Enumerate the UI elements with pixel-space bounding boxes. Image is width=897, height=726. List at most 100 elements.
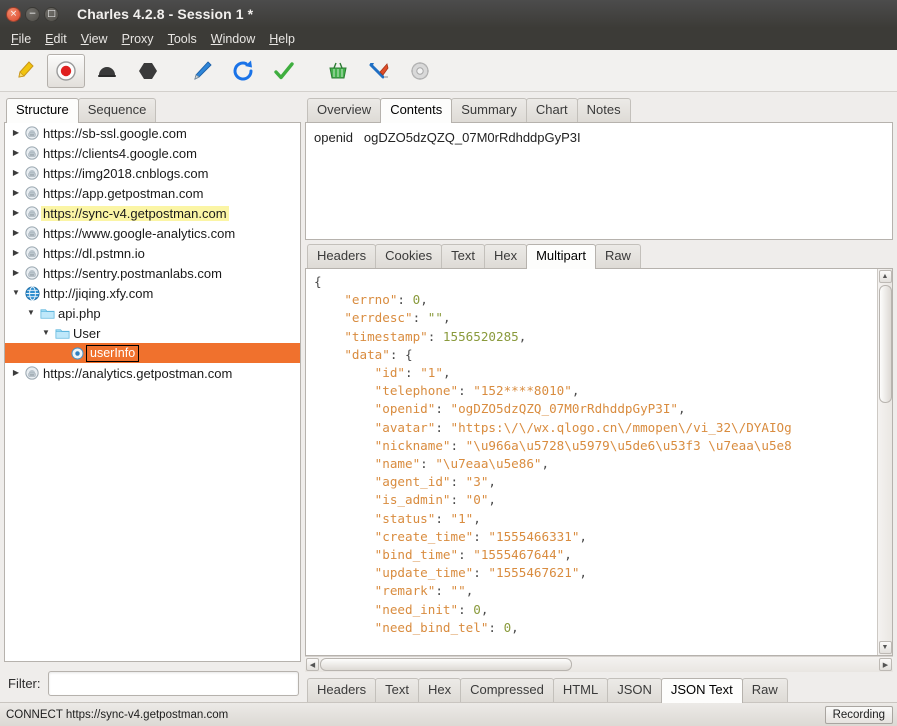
resp-tab-text[interactable]: Text: [375, 678, 419, 702]
tree-row[interactable]: ▶ https://dl.pstmn.io: [5, 243, 300, 263]
tree-row[interactable]: ▶ https://sb-ssl.google.com: [5, 123, 300, 143]
chevron-down-icon[interactable]: ▼: [9, 283, 23, 303]
tree-row[interactable]: ▶ https://clients4.google.com: [5, 143, 300, 163]
record-button[interactable]: [47, 53, 85, 88]
resp-tab-raw[interactable]: Raw: [741, 678, 788, 702]
tree-row[interactable]: ▼ http://jiqing.xfy.com: [5, 283, 300, 303]
menu-file[interactable]: File: [4, 29, 38, 49]
chevron-right-icon[interactable]: ▶: [9, 143, 23, 163]
scroll-down-icon[interactable]: ▼: [878, 641, 892, 654]
json-punctuation: [314, 438, 375, 453]
tree-row[interactable]: ▼ api.php: [5, 303, 300, 323]
chevron-right-icon[interactable]: ▶: [9, 243, 23, 263]
resp-tab-json-text[interactable]: JSON Text: [660, 678, 743, 703]
maximize-window-button[interactable]: □: [44, 6, 59, 22]
tree-row[interactable]: ▶ https://analytics.getpostman.com: [5, 363, 300, 383]
hscroll-track[interactable]: [319, 658, 879, 671]
json-key: "3": [465, 474, 489, 490]
clear-session-button[interactable]: [6, 54, 44, 88]
chevron-right-icon[interactable]: ▶: [9, 163, 23, 183]
settings-tools-icon: [369, 62, 389, 78]
close-window-button[interactable]: ×: [6, 6, 21, 22]
chevron-right-icon[interactable]: ▶: [9, 203, 23, 223]
menu-tools[interactable]: Tools: [161, 29, 204, 49]
minimize-window-button[interactable]: −: [25, 6, 40, 22]
menu-window[interactable]: Window: [204, 29, 262, 49]
json-text-view[interactable]: { "errno": 0, "errdesc": "", "timestamp"…: [306, 269, 877, 655]
menu-proxy[interactable]: Proxy: [115, 29, 161, 49]
json-key: "0": [465, 492, 489, 508]
left-panel: Structure Sequence ▶ https://sb-ssl.googl…: [4, 96, 301, 702]
req-tab-cookies[interactable]: Cookies: [375, 244, 443, 268]
tab-structure[interactable]: Structure: [6, 98, 79, 123]
preferences-button[interactable]: [401, 54, 439, 88]
req-tab-multipart[interactable]: Multipart: [526, 244, 596, 269]
json-punctuation: ,: [571, 383, 580, 399]
json-punctuation: :: [450, 474, 466, 490]
tab-chart[interactable]: Chart: [525, 98, 578, 122]
menu-file-mnemonic: F: [11, 32, 19, 46]
menu-edit[interactable]: Edit: [38, 29, 74, 49]
breakpoints-button[interactable]: [129, 54, 167, 88]
session-tree[interactable]: ▶ https://sb-ssl.google.com ▶ https://clien…: [4, 122, 301, 662]
recording-status-badge[interactable]: Recording: [824, 705, 893, 724]
req-tab-hex[interactable]: Hex: [483, 244, 528, 268]
response-horizontal-scrollbar[interactable]: ◀ ▶: [305, 656, 893, 672]
settings-tools-button[interactable]: [360, 54, 398, 88]
tree-row[interactable]: ▶ https://sentry.postmanlabs.com: [5, 263, 300, 283]
tree-row[interactable]: ▶ https://app.getpostman.com: [5, 183, 300, 203]
tree-row[interactable]: userInfo: [5, 343, 300, 363]
hscroll-thumb[interactable]: [320, 658, 572, 671]
tree-row[interactable]: ▶ https://sync-v4.getpostman.com: [5, 203, 300, 223]
req-tab-raw[interactable]: Raw: [594, 244, 641, 268]
scroll-left-icon[interactable]: ◀: [306, 658, 319, 671]
tab-summary[interactable]: Summary: [451, 98, 527, 122]
chevron-down-icon[interactable]: ▼: [39, 323, 53, 343]
repeat-button[interactable]: [224, 54, 262, 88]
tab-notes[interactable]: Notes: [576, 98, 631, 122]
compose-button[interactable]: [183, 54, 221, 88]
resp-tab-headers[interactable]: Headers: [307, 678, 377, 702]
tree-row[interactable]: ▼ User: [5, 323, 300, 343]
chevron-right-icon[interactable]: ▶: [9, 183, 23, 203]
req-tab-text[interactable]: Text: [441, 244, 485, 268]
json-key: "agent_id": [374, 474, 451, 490]
response-content-panel[interactable]: { "errno": 0, "errdesc": "", "timestamp"…: [305, 268, 893, 656]
tree-item-label: userInfo: [86, 344, 140, 362]
menu-help[interactable]: Help: [262, 29, 302, 49]
chevron-down-icon[interactable]: ▼: [24, 303, 38, 323]
vscroll-track[interactable]: [878, 283, 892, 641]
json-punctuation: :: [450, 437, 466, 453]
chevron-right-icon[interactable]: ▶: [9, 363, 23, 383]
json-line: "timestamp": 1556520285,: [314, 328, 877, 346]
request-content-panel[interactable]: openid ogDZO5dzQZQ_07M0rRdhddpGyP3I: [305, 122, 893, 240]
scroll-right-icon[interactable]: ▶: [879, 658, 892, 671]
response-vertical-scrollbar[interactable]: ▲ ▼: [877, 269, 892, 655]
req-tab-headers[interactable]: Headers: [307, 244, 377, 268]
status-bar: CONNECT https://sync-v4.getpostman.com R…: [0, 702, 897, 726]
validate-button[interactable]: [265, 54, 303, 88]
resp-tab-json[interactable]: JSON: [607, 678, 662, 702]
resp-tab-html[interactable]: HTML: [552, 678, 609, 702]
resp-tab-compressed[interactable]: Compressed: [460, 678, 554, 702]
menu-window-mnemonic: W: [210, 32, 223, 46]
chevron-right-icon[interactable]: ▶: [9, 223, 23, 243]
chevron-right-icon[interactable]: ▶: [9, 123, 23, 143]
tab-sequence[interactable]: Sequence: [77, 98, 157, 122]
filter-input[interactable]: [47, 670, 299, 696]
tab-contents[interactable]: Contents: [380, 98, 453, 123]
folder-icon-wrap: [38, 307, 56, 320]
breakpoints-icon: [139, 62, 157, 79]
tree-row[interactable]: ▶ https://img2018.cnblogs.com: [5, 163, 300, 183]
scroll-up-icon[interactable]: ▲: [878, 270, 892, 283]
json-key: "create_time": [374, 528, 474, 544]
resp-tab-hex[interactable]: Hex: [417, 678, 462, 702]
chevron-right-icon[interactable]: ▶: [9, 263, 23, 283]
throttle-button[interactable]: [88, 54, 126, 88]
tools-basket-button[interactable]: [319, 54, 357, 88]
tab-overview[interactable]: Overview: [307, 98, 382, 122]
tree-item-label: https://analytics.getpostman.com: [43, 365, 233, 381]
vscroll-thumb[interactable]: [878, 285, 892, 403]
tree-row[interactable]: ▶ https://www.google-analytics.com: [5, 223, 300, 243]
menu-view[interactable]: View: [74, 29, 115, 49]
